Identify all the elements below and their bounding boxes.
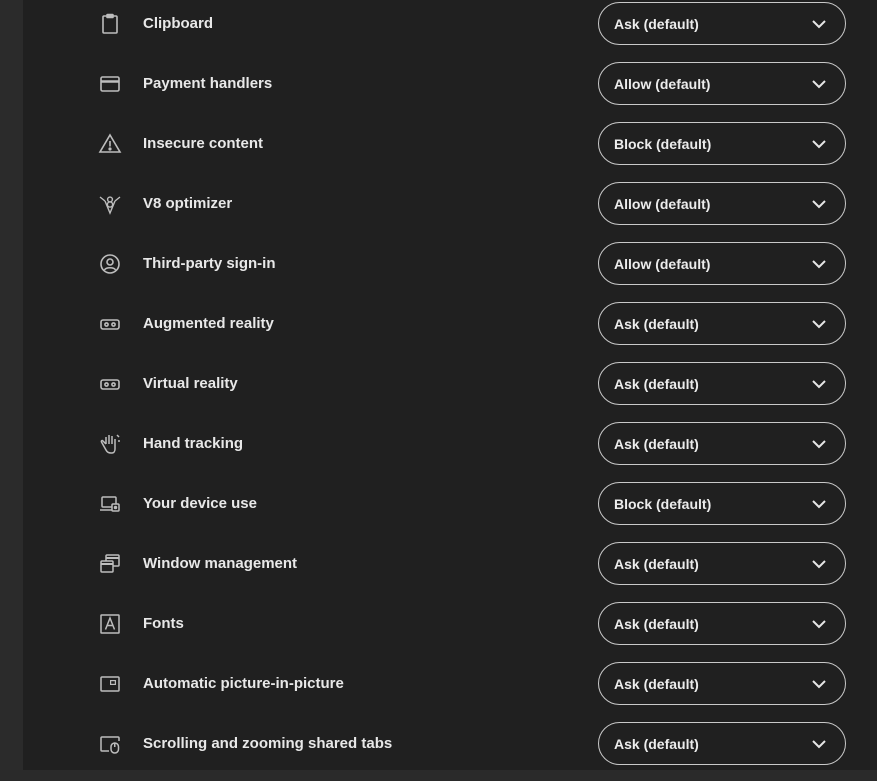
chevron-down-icon: [812, 440, 826, 449]
permission-row-your-device-use: Your device use Block (default): [23, 481, 877, 541]
permission-label: V8 optimizer: [143, 195, 233, 212]
chevron-down-icon: [812, 740, 826, 749]
permission-row-hand-tracking: Hand tracking Ask (default): [23, 421, 877, 481]
select-value: Allow (default): [614, 196, 711, 212]
window-management-permission-select[interactable]: Ask (default): [598, 542, 846, 585]
permission-row-payment-handlers: Payment handlers Allow (default): [23, 61, 877, 121]
hand-icon: [98, 432, 122, 456]
payment-handlers-permission-select[interactable]: Allow (default): [598, 62, 846, 105]
select-value: Ask (default): [614, 316, 699, 332]
vr-headset-icon: [98, 312, 122, 336]
permission-row-insecure-content: Insecure content Block (default): [23, 121, 877, 181]
select-value: Ask (default): [614, 436, 699, 452]
permission-row-automatic-picture-in-picture: Automatic picture-in-picture Ask (defaul…: [23, 661, 877, 721]
your-device-use-permission-select[interactable]: Block (default): [598, 482, 846, 525]
v8-icon: [98, 192, 122, 216]
select-value: Block (default): [614, 136, 712, 152]
permission-label: Scrolling and zooming shared tabs: [143, 735, 393, 752]
warning-icon: [98, 132, 122, 156]
permission-row-window-management: Window management Ask (default): [23, 541, 877, 601]
permission-row-third-party-sign-in: Third-party sign-in Allow (default): [23, 241, 877, 301]
chevron-down-icon: [812, 620, 826, 629]
device-use-icon: [98, 492, 122, 516]
picture-in-picture-icon: [98, 672, 122, 696]
select-value: Allow (default): [614, 256, 711, 272]
permission-label: Your device use: [143, 495, 257, 512]
permission-row-augmented-reality: Augmented reality Ask (default): [23, 301, 877, 361]
permission-row-v8-optimizer: V8 optimizer Allow (default): [23, 181, 877, 241]
permission-label: Augmented reality: [143, 315, 274, 332]
permission-label: Virtual reality: [143, 375, 238, 392]
chevron-down-icon: [812, 80, 826, 89]
select-value: Ask (default): [614, 616, 699, 632]
fonts-permission-select[interactable]: Ask (default): [598, 602, 846, 645]
credit-card-icon: [98, 72, 122, 96]
chevron-down-icon: [812, 200, 826, 209]
permission-label: Insecure content: [143, 135, 264, 152]
permission-label: Third-party sign-in: [143, 255, 276, 272]
permission-label: Clipboard: [143, 15, 213, 32]
chevron-down-icon: [812, 380, 826, 389]
chevron-down-icon: [812, 560, 826, 569]
left-rail: [0, 0, 23, 770]
chevron-down-icon: [812, 680, 826, 689]
permission-label: Fonts: [143, 615, 184, 632]
permission-row-virtual-reality: Virtual reality Ask (default): [23, 361, 877, 421]
vr-headset-icon: [98, 372, 122, 396]
select-value: Ask (default): [614, 736, 699, 752]
font-icon: [98, 612, 122, 636]
permission-label: Automatic picture-in-picture: [143, 675, 344, 692]
permission-row-clipboard: Clipboard Ask (default): [23, 1, 877, 61]
shared-tab-scroll-icon: [98, 732, 122, 756]
site-permissions-panel: Clipboard Ask (default) Payment handlers…: [23, 0, 877, 770]
chevron-down-icon: [812, 260, 826, 269]
chevron-down-icon: [812, 20, 826, 29]
select-value: Ask (default): [614, 16, 699, 32]
clipboard-icon: [98, 12, 122, 36]
account-circle-icon: [98, 252, 122, 276]
chevron-down-icon: [812, 140, 826, 149]
hand-tracking-permission-select[interactable]: Ask (default): [598, 422, 846, 465]
chevron-down-icon: [812, 320, 826, 329]
chevron-down-icon: [812, 500, 826, 509]
select-value: Ask (default): [614, 676, 699, 692]
automatic-picture-in-picture-permission-select[interactable]: Ask (default): [598, 662, 846, 705]
augmented-reality-permission-select[interactable]: Ask (default): [598, 302, 846, 345]
select-value: Ask (default): [614, 556, 699, 572]
clipboard-permission-select[interactable]: Ask (default): [598, 2, 846, 45]
select-value: Block (default): [614, 496, 712, 512]
third-party-sign-in-permission-select[interactable]: Allow (default): [598, 242, 846, 285]
scrolling-and-zooming-shared-tabs-permission-select[interactable]: Ask (default): [598, 722, 846, 765]
insecure-content-permission-select[interactable]: Block (default): [598, 122, 846, 165]
v8-optimizer-permission-select[interactable]: Allow (default): [598, 182, 846, 225]
permission-row-fonts: Fonts Ask (default): [23, 601, 877, 661]
permission-label: Window management: [143, 555, 298, 572]
permission-label: Payment handlers: [143, 75, 273, 92]
select-value: Ask (default): [614, 376, 699, 392]
permission-label: Hand tracking: [143, 435, 244, 452]
permission-row-scrolling-and-zooming-shared-tabs: Scrolling and zooming shared tabs Ask (d…: [23, 721, 877, 781]
select-value: Allow (default): [614, 76, 711, 92]
virtual-reality-permission-select[interactable]: Ask (default): [598, 362, 846, 405]
window-management-icon: [98, 552, 122, 576]
